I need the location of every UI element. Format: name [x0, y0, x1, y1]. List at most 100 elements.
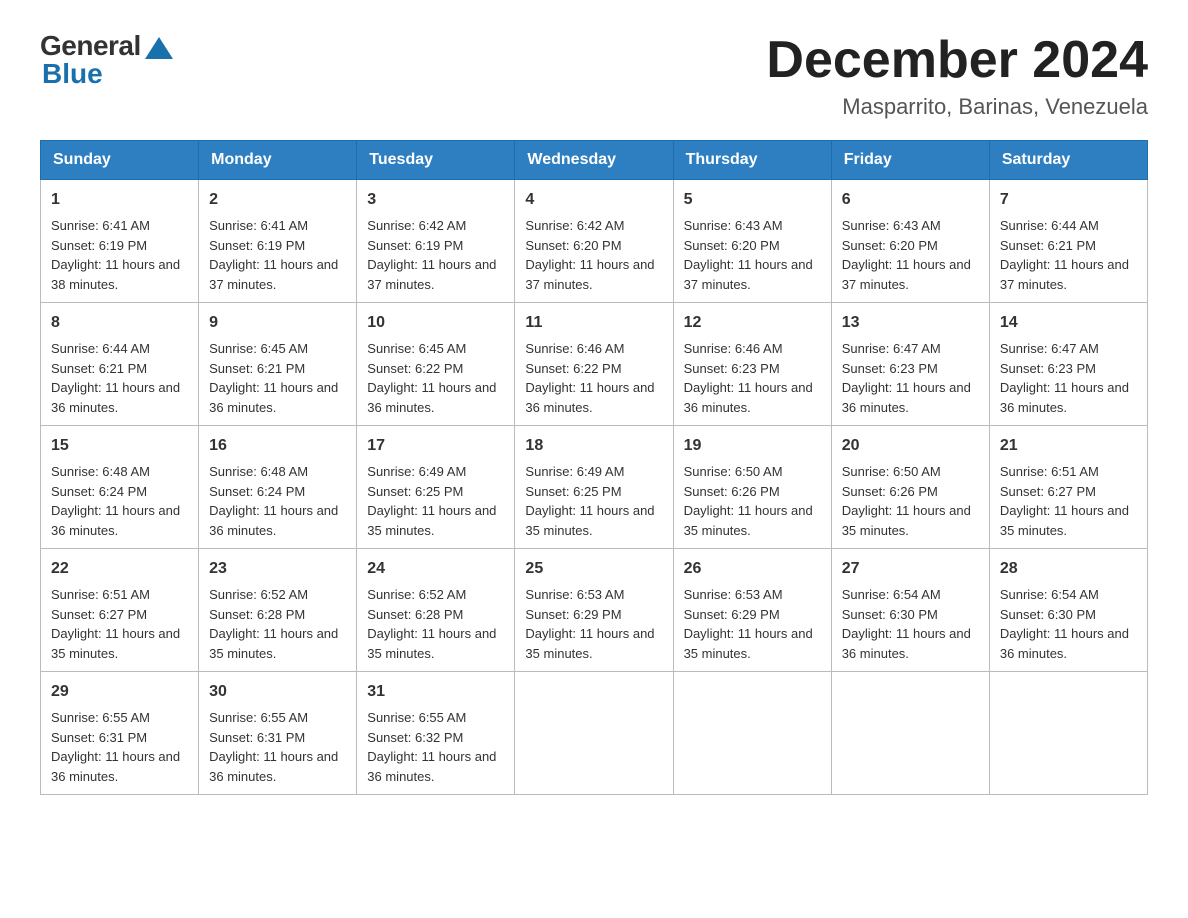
day-number: 1: [51, 188, 188, 212]
calendar-cell: 16Sunrise: 6:48 AMSunset: 6:24 PMDayligh…: [199, 426, 357, 549]
sunset-text: Sunset: 6:31 PM: [51, 730, 147, 745]
daylight-text: Daylight: 11 hours and 35 minutes.: [525, 503, 654, 538]
sunrise-text: Sunrise: 6:48 AM: [209, 464, 308, 479]
page-header: General Blue December 2024 Masparrito, B…: [40, 30, 1148, 120]
daylight-text: Daylight: 11 hours and 35 minutes.: [367, 626, 496, 661]
calendar-cell: 12Sunrise: 6:46 AMSunset: 6:23 PMDayligh…: [673, 303, 831, 426]
sunrise-text: Sunrise: 6:46 AM: [684, 341, 783, 356]
daylight-text: Daylight: 11 hours and 36 minutes.: [684, 380, 813, 415]
sunset-text: Sunset: 6:23 PM: [684, 361, 780, 376]
calendar-cell: 31Sunrise: 6:55 AMSunset: 6:32 PMDayligh…: [357, 672, 515, 795]
title-area: December 2024 Masparrito, Barinas, Venez…: [766, 30, 1148, 120]
day-number: 8: [51, 311, 188, 335]
day-number: 9: [209, 311, 346, 335]
sunset-text: Sunset: 6:19 PM: [367, 238, 463, 253]
sunset-text: Sunset: 6:30 PM: [1000, 607, 1096, 622]
calendar-cell: 5Sunrise: 6:43 AMSunset: 6:20 PMDaylight…: [673, 180, 831, 303]
day-number: 26: [684, 557, 821, 581]
sunset-text: Sunset: 6:27 PM: [1000, 484, 1096, 499]
sunrise-text: Sunrise: 6:43 AM: [842, 218, 941, 233]
daylight-text: Daylight: 11 hours and 36 minutes.: [51, 503, 180, 538]
day-number: 20: [842, 434, 979, 458]
daylight-text: Daylight: 11 hours and 37 minutes.: [209, 257, 338, 292]
week-row-5: 29Sunrise: 6:55 AMSunset: 6:31 PMDayligh…: [41, 672, 1148, 795]
sunset-text: Sunset: 6:29 PM: [525, 607, 621, 622]
sunrise-text: Sunrise: 6:49 AM: [525, 464, 624, 479]
sunrise-text: Sunrise: 6:41 AM: [51, 218, 150, 233]
daylight-text: Daylight: 11 hours and 36 minutes.: [209, 380, 338, 415]
sunset-text: Sunset: 6:28 PM: [209, 607, 305, 622]
logo-triangle-icon: [145, 37, 173, 59]
sunset-text: Sunset: 6:21 PM: [51, 361, 147, 376]
sunset-text: Sunset: 6:31 PM: [209, 730, 305, 745]
week-row-1: 1 Sunrise: 6:41 AM Sunset: 6:19 PM Daylight…: [41, 180, 1148, 303]
sunrise-text: Sunrise: 6:44 AM: [1000, 218, 1099, 233]
sunrise-text: Sunrise: 6:55 AM: [367, 710, 466, 725]
day-number: 19: [684, 434, 821, 458]
sunrise-text: Sunrise: 6:47 AM: [842, 341, 941, 356]
calendar-cell: [515, 672, 673, 795]
sunset-text: Sunset: 6:25 PM: [525, 484, 621, 499]
sunrise-text: Sunrise: 6:55 AM: [51, 710, 150, 725]
daylight-text: Daylight: 11 hours and 38 minutes.: [51, 257, 180, 292]
day-number: 11: [525, 311, 662, 335]
day-number: 28: [1000, 557, 1137, 581]
logo-blue-text: Blue: [42, 58, 103, 90]
calendar-cell: 6Sunrise: 6:43 AMSunset: 6:20 PMDaylight…: [831, 180, 989, 303]
week-row-2: 8Sunrise: 6:44 AMSunset: 6:21 PMDaylight…: [41, 303, 1148, 426]
sunset-text: Sunset: 6:21 PM: [209, 361, 305, 376]
calendar-cell: 27Sunrise: 6:54 AMSunset: 6:30 PMDayligh…: [831, 549, 989, 672]
daylight-text: Daylight: 11 hours and 36 minutes.: [525, 380, 654, 415]
sunrise-text: Sunrise: 6:55 AM: [209, 710, 308, 725]
calendar-table: SundayMondayTuesdayWednesdayThursdayFrid…: [40, 140, 1148, 795]
header-tuesday: Tuesday: [357, 141, 515, 180]
calendar-cell: 22Sunrise: 6:51 AMSunset: 6:27 PMDayligh…: [41, 549, 199, 672]
calendar-cell: 10Sunrise: 6:45 AMSunset: 6:22 PMDayligh…: [357, 303, 515, 426]
daylight-text: Daylight: 11 hours and 36 minutes.: [51, 380, 180, 415]
calendar-cell: 24Sunrise: 6:52 AMSunset: 6:28 PMDayligh…: [357, 549, 515, 672]
day-number: 21: [1000, 434, 1137, 458]
daylight-text: Daylight: 11 hours and 36 minutes.: [367, 749, 496, 784]
sunset-text: Sunset: 6:20 PM: [842, 238, 938, 253]
day-number: 17: [367, 434, 504, 458]
daylight-text: Daylight: 11 hours and 37 minutes.: [684, 257, 813, 292]
day-number: 27: [842, 557, 979, 581]
daylight-text: Daylight: 11 hours and 36 minutes.: [1000, 626, 1129, 661]
calendar-cell: 25Sunrise: 6:53 AMSunset: 6:29 PMDayligh…: [515, 549, 673, 672]
sunrise-text: Sunrise: 6:53 AM: [684, 587, 783, 602]
daylight-text: Daylight: 11 hours and 36 minutes.: [842, 380, 971, 415]
day-number: 2: [209, 188, 346, 212]
sunset-text: Sunset: 6:30 PM: [842, 607, 938, 622]
sunrise-text: Sunrise: 6:49 AM: [367, 464, 466, 479]
day-number: 31: [367, 680, 504, 704]
sunrise-text: Sunrise: 6:54 AM: [842, 587, 941, 602]
sunset-text: Sunset: 6:26 PM: [684, 484, 780, 499]
sunset-text: Sunset: 6:22 PM: [367, 361, 463, 376]
sunset-text: Sunset: 6:26 PM: [842, 484, 938, 499]
calendar-cell: 3Sunrise: 6:42 AMSunset: 6:19 PMDaylight…: [357, 180, 515, 303]
week-row-3: 15Sunrise: 6:48 AMSunset: 6:24 PMDayligh…: [41, 426, 1148, 549]
calendar-header-row: SundayMondayTuesdayWednesdayThursdayFrid…: [41, 141, 1148, 180]
daylight-text: Daylight: 11 hours and 37 minutes.: [1000, 257, 1129, 292]
sunset-text: Sunset: 6:19 PM: [209, 238, 305, 253]
header-thursday: Thursday: [673, 141, 831, 180]
sunrise-text: Sunrise: 6:47 AM: [1000, 341, 1099, 356]
sunset-text: Sunset: 6:22 PM: [525, 361, 621, 376]
sunrise-text: Sunrise: 6:53 AM: [525, 587, 624, 602]
daylight-text: Daylight: 11 hours and 35 minutes.: [842, 503, 971, 538]
sunset-text: Sunset: 6:19 PM: [51, 238, 147, 253]
calendar-cell: 7Sunrise: 6:44 AMSunset: 6:21 PMDaylight…: [989, 180, 1147, 303]
calendar-cell: 20 Sunrise: 6:50 AM Sunset: 6:26 PM Dayligh…: [831, 426, 989, 549]
day-number: 23: [209, 557, 346, 581]
calendar-cell: 11Sunrise: 6:46 AMSunset: 6:22 PMDayligh…: [515, 303, 673, 426]
sunset-text: Sunset: 6:20 PM: [525, 238, 621, 253]
sunrise-text: Sunrise: 6:42 AM: [525, 218, 624, 233]
sunrise-text: Sunrise: 6:43 AM: [684, 218, 783, 233]
calendar-cell: 2Sunrise: 6:41 AMSunset: 6:19 PMDaylight…: [199, 180, 357, 303]
daylight-text: Daylight: 11 hours and 36 minutes.: [209, 749, 338, 784]
calendar-cell: 8Sunrise: 6:44 AMSunset: 6:21 PMDaylight…: [41, 303, 199, 426]
sunrise-text: Sunrise: 6:50 AM: [842, 464, 941, 479]
sunset-text: Sunset: 6:27 PM: [51, 607, 147, 622]
sunrise-text: Sunrise: 6:54 AM: [1000, 587, 1099, 602]
sunrise-text: Sunrise: 6:51 AM: [1000, 464, 1099, 479]
